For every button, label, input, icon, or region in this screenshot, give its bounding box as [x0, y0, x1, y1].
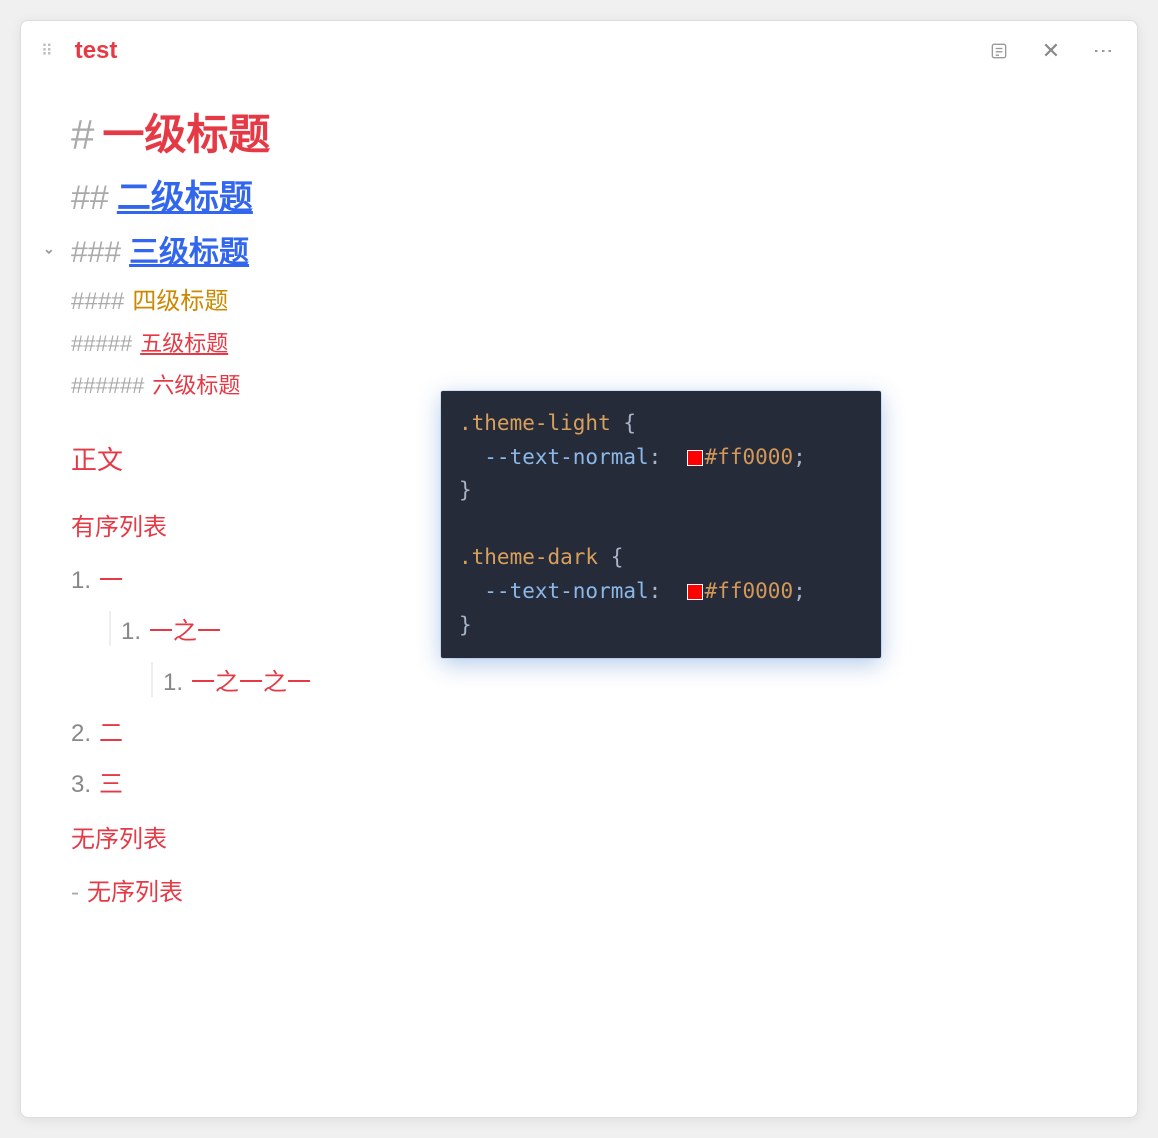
heading-hash: #: [71, 111, 94, 159]
list-text: 一之一之一: [191, 662, 311, 697]
color-swatch-icon: [687, 450, 703, 466]
heading-hash: #####: [71, 331, 132, 357]
code-snippet-overlay: .theme-light { --text-normal: #ff0000; }…: [441, 391, 881, 658]
list-item[interactable]: 2. 二: [71, 713, 1087, 748]
heading-hash: ##: [71, 179, 109, 218]
heading-hash: ###: [71, 236, 121, 270]
titlebar-actions: ✕ ⋮: [985, 37, 1117, 65]
heading-hash: ######: [71, 373, 144, 399]
list-marker: 1.: [163, 669, 183, 697]
list-marker: 1.: [121, 618, 141, 646]
heading-4[interactable]: #### 四级标题: [71, 281, 1087, 316]
heading-1[interactable]: # 一级标题: [71, 101, 1087, 162]
document-title[interactable]: test: [75, 37, 985, 65]
color-swatch-icon: [687, 584, 703, 600]
close-icon[interactable]: ✕: [1037, 37, 1065, 65]
titlebar: ⠿ test ✕ ⋮: [21, 21, 1137, 81]
list-text: 三: [99, 764, 123, 799]
drag-handle-icon[interactable]: ⠿: [41, 41, 51, 61]
list-marker: 2.: [71, 720, 91, 748]
unordered-list-label[interactable]: 无序列表: [71, 819, 1087, 854]
reading-mode-icon[interactable]: [985, 37, 1013, 65]
heading-3-text: 三级标题: [129, 227, 249, 271]
code-line: [459, 508, 863, 542]
heading-4-text: 四级标题: [132, 281, 228, 316]
heading-5-text: 五级标题: [140, 326, 228, 358]
list-text: 二: [99, 713, 123, 748]
heading-5[interactable]: ##### 五级标题: [71, 326, 1087, 358]
heading-2[interactable]: ## 二级标题: [71, 170, 1087, 219]
heading-2-text: 二级标题: [117, 170, 253, 219]
heading-6-text: 六级标题: [152, 368, 240, 400]
heading-3[interactable]: ⌄ ### 三级标题: [71, 227, 1087, 271]
code-line: --text-normal: #ff0000;: [459, 441, 863, 475]
list-text: 一之一: [149, 611, 221, 646]
list-marker: 1.: [71, 567, 91, 595]
code-line: .theme-light {: [459, 407, 863, 441]
list-text: 无序列表: [87, 872, 183, 907]
code-line: }: [459, 609, 863, 643]
list-item[interactable]: 3. 三: [71, 764, 1087, 799]
code-line: --text-normal: #ff0000;: [459, 575, 863, 609]
code-line: .theme-dark {: [459, 541, 863, 575]
more-menu-icon[interactable]: ⋮: [1089, 37, 1117, 65]
list-text: 一: [99, 560, 123, 595]
editor-window: ⠿ test ✕ ⋮ # 一级标题 ## 二级标题 ⌄ ### 三级标题 ###…: [20, 20, 1138, 1118]
bullet-marker: -: [71, 879, 79, 907]
heading-1-text: 一级标题: [102, 101, 270, 162]
list-marker: 3.: [71, 771, 91, 799]
code-line: }: [459, 474, 863, 508]
list-item[interactable]: - 无序列表: [71, 872, 1087, 907]
list-item[interactable]: 1. 一之一之一: [151, 662, 1087, 697]
heading-hash: ####: [71, 288, 124, 316]
editor-content[interactable]: # 一级标题 ## 二级标题 ⌄ ### 三级标题 #### 四级标题 ####…: [21, 81, 1137, 943]
fold-chevron-icon[interactable]: ⌄: [43, 241, 55, 258]
